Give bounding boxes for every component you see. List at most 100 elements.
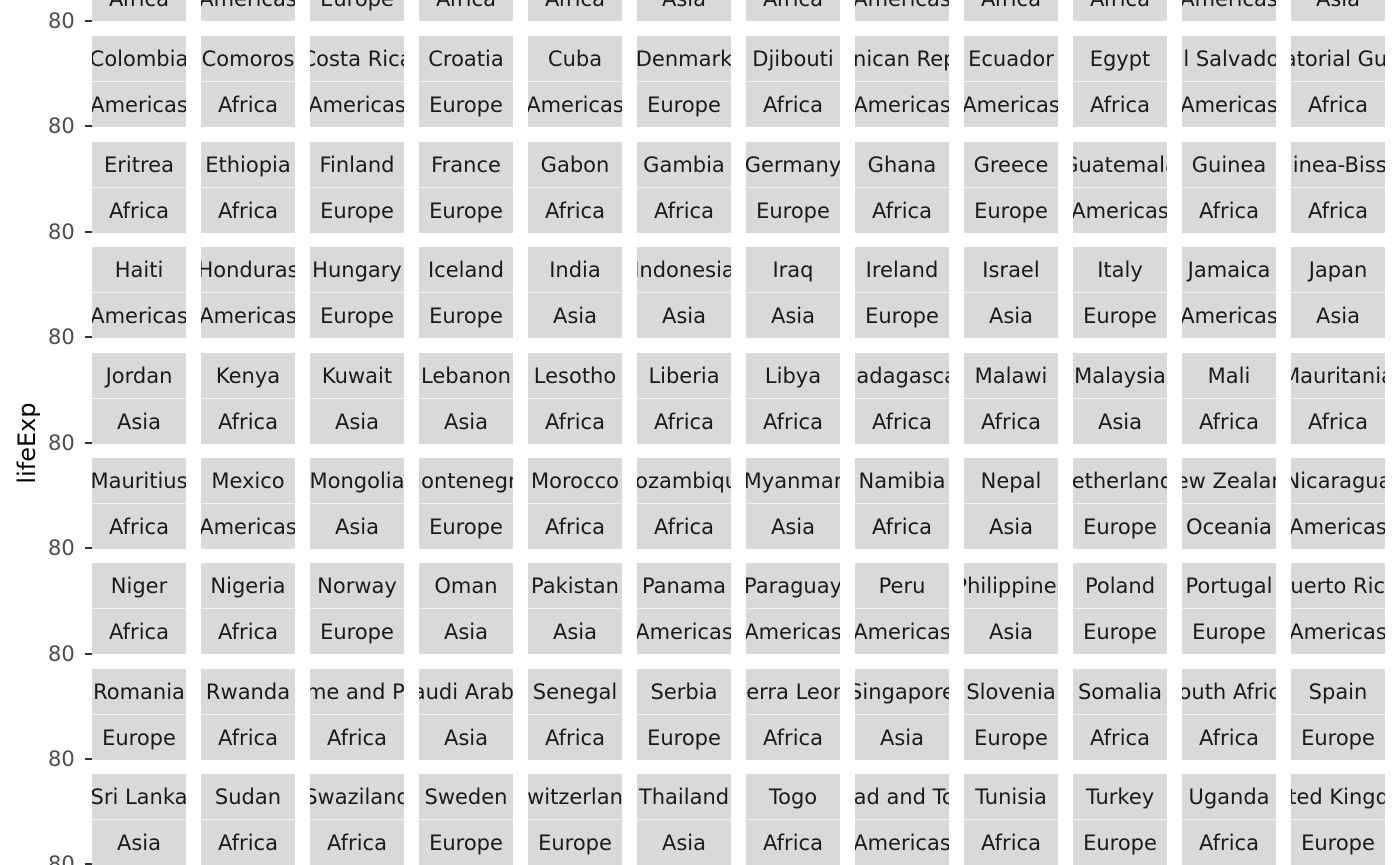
facet-strip: Morocco Africa: [528, 458, 622, 549]
facet-strip: Africa: [1073, 0, 1167, 21]
facet-continent-label: Africa: [218, 619, 278, 644]
facet-strip: France Europe: [419, 142, 513, 233]
facet-continent-label: Europe: [320, 619, 394, 644]
facet-continent-label: Europe: [865, 303, 939, 328]
facet-continent-label: Americas: [1182, 303, 1276, 328]
facet-strip: Netherlands Europe: [1073, 458, 1167, 549]
facet-strip: Sri Lanka Asia: [92, 774, 186, 865]
facet-continent-label: Europe: [974, 198, 1048, 223]
facet-country-label: Netherlands: [1073, 468, 1167, 493]
facet-country-label: Ireland: [865, 257, 939, 282]
facet-country-label: Nepal: [980, 468, 1042, 493]
facet-continent-label: Americas: [1182, 0, 1276, 21]
facet-continent-label: Americas: [1182, 92, 1276, 117]
facet-country-label: Uganda: [1188, 784, 1270, 809]
facet-country-label: Mozambique: [637, 468, 731, 493]
y-tick-mark: [85, 125, 92, 127]
facet-country-label: Sierra Leone: [746, 679, 840, 704]
facet-country-label: Germany: [746, 152, 840, 177]
facet-strip: Dominican Republic Americas: [855, 36, 949, 127]
facet-country-label: Philippines: [964, 573, 1058, 598]
facet-strip: Kuwait Asia: [310, 353, 404, 444]
facet-continent-label: Americas: [201, 303, 295, 328]
facet-country-label: Madagascar: [855, 363, 949, 388]
facet-continent-label: Americas: [1291, 514, 1385, 539]
facet-continent-label: Americas: [855, 92, 949, 117]
facet-continent-label: Africa: [1199, 725, 1259, 750]
facet-strip: United Kingdom Europe: [1291, 774, 1385, 865]
facet-continent-label: Africa: [763, 92, 823, 117]
facet-continent-label: Africa: [545, 725, 605, 750]
facet-strip: Jordan Asia: [92, 353, 186, 444]
facet-strip: Liberia Africa: [637, 353, 731, 444]
facet-continent-label: Americas: [528, 92, 622, 117]
facet-continent-label: Asia: [988, 514, 1033, 539]
facet-continent-label: Africa: [1308, 409, 1368, 434]
facet-strip: Guinea-Bissau Africa: [1291, 142, 1385, 233]
facet-country-label: France: [431, 152, 501, 177]
facet-strip: Guatemala Americas: [1073, 142, 1167, 233]
facet-continent-label: Asia: [552, 303, 597, 328]
facet-strip: Malawi Africa: [964, 353, 1058, 444]
facet-strip: Nigeria Africa: [201, 563, 295, 654]
y-tick-mark: [85, 547, 92, 549]
facet-continent-label: Asia: [443, 409, 488, 434]
facet-continent-label: Africa: [1199, 830, 1259, 855]
facet-country-label: Trinidad and Tobago: [855, 784, 949, 809]
facet-strip: Europe: [310, 0, 404, 21]
facet-continent-label: Africa: [545, 198, 605, 223]
facet-strip: Jamaica Americas: [1182, 247, 1276, 338]
facet-continent-label: Africa: [654, 198, 714, 223]
facet-country-label: Israel: [982, 257, 1040, 282]
facet-country-label: Togo: [768, 784, 818, 809]
facet-strip: Ethiopia Africa: [201, 142, 295, 233]
facet-country-label: Guinea-Bissau: [1291, 152, 1385, 177]
facet-country-label: Iraq: [772, 257, 814, 282]
facet-strip: Pakistan Asia: [528, 563, 622, 654]
facet-country-label: Jordan: [105, 363, 173, 388]
facet-continent-label: Africa: [872, 198, 932, 223]
facet-continent-label: Europe: [1083, 830, 1157, 855]
facet-strip: Nicaragua Americas: [1291, 458, 1385, 549]
facet-continent-label: Americas: [855, 830, 949, 855]
facet-strip: Swaziland Africa: [310, 774, 404, 865]
facet-country-label: Indonesia: [637, 257, 731, 282]
facet-continent-label: Asia: [988, 303, 1033, 328]
facet-strip: Comoros Africa: [201, 36, 295, 127]
facet-continent-label: Asia: [116, 409, 161, 434]
facet-strip: Americas: [855, 0, 949, 21]
facet-continent-label: Europe: [320, 303, 394, 328]
facet-country-label: Malaysia: [1074, 363, 1166, 388]
facet-continent-label: Africa: [109, 198, 169, 223]
facet-continent-label: Oceania: [1186, 514, 1272, 539]
facet-continent-label: Africa: [327, 725, 387, 750]
facet-country-label: New Zealand: [1182, 468, 1276, 493]
y-tick-mark: [85, 20, 92, 22]
facet-continent-label: Americas: [855, 0, 949, 21]
y-tick-label: 80: [48, 325, 75, 349]
y-tick-label: 80: [48, 114, 75, 138]
facet-continent-label: Europe: [1083, 303, 1157, 328]
facet-continent-label: Americas: [637, 619, 731, 644]
facet-country-label: Haiti: [114, 257, 164, 282]
facet-continent-label: Europe: [647, 725, 721, 750]
facet-strip: Indonesia Asia: [637, 247, 731, 338]
facet-strip: Libya Africa: [746, 353, 840, 444]
facet-continent-label: Asia: [1291, 0, 1385, 21]
facet-continent-label: Asia: [1097, 409, 1142, 434]
y-tick-label: 80: [48, 747, 75, 771]
facet-strip: Kenya Africa: [201, 353, 295, 444]
facet-country-label: Mongolia: [310, 468, 404, 493]
facet-strip: Sao Tome and Principe Africa: [310, 669, 404, 760]
facet-country-label: Ghana: [867, 152, 937, 177]
facet-continent-label: Asia: [443, 725, 488, 750]
facet-country-label: Libya: [764, 363, 822, 388]
facet-continent-label: Asia: [637, 0, 731, 21]
facet-strip: Norway Europe: [310, 563, 404, 654]
facet-strip: Eritrea Africa: [92, 142, 186, 233]
facet-country-label: Sri Lanka: [92, 784, 186, 809]
facet-strip: Tunisia Africa: [964, 774, 1058, 865]
facet-strip: Hungary Europe: [310, 247, 404, 338]
facet-strip: Djibouti Africa: [746, 36, 840, 127]
facet-country-label: Montenegro: [419, 468, 513, 493]
